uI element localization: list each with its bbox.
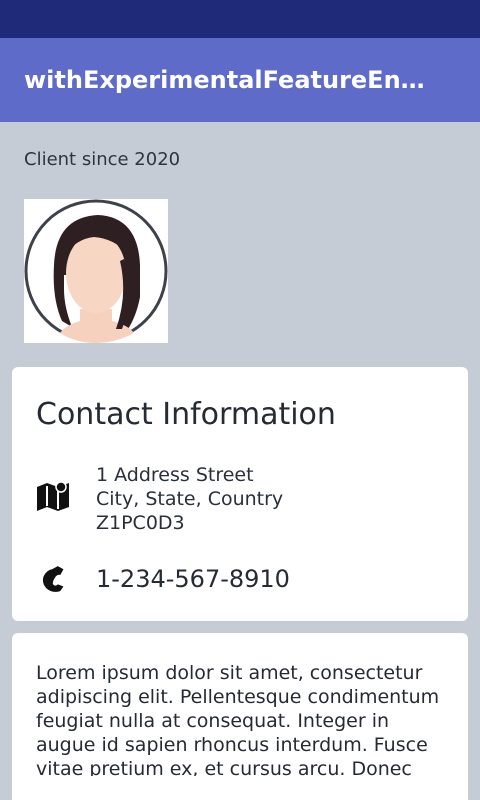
address-line2: City, State, Country <box>96 488 284 510</box>
avatar[interactable] <box>24 199 168 343</box>
about-card: Lorem ipsum dolor sit amet, consectetur … <box>12 633 468 800</box>
phone-row[interactable]: 1-234-567-8910 <box>36 563 456 599</box>
about-text: Lorem ipsum dolor sit amet, consectetur … <box>36 662 440 776</box>
map-icon <box>37 481 69 511</box>
contact-title: Contact Information <box>36 397 336 432</box>
phone-number: 1-234-567-8910 <box>96 565 290 593</box>
address-line3: Z1PC0D3 <box>96 512 185 534</box>
address-line1: 1 Address Street <box>96 464 254 486</box>
status-bar <box>0 0 480 38</box>
female-avatar-icon <box>24 199 168 343</box>
client-since-label: Client since 2020 <box>24 149 181 170</box>
contact-card: Contact Information 1 Address Street Cit… <box>12 367 468 621</box>
app-bar: withExperimentalFeatureEna… <box>0 38 480 122</box>
address-row[interactable]: 1 Address Street City, State, Country Z1… <box>36 463 456 535</box>
address-text: 1 Address Street City, State, Country Z1… <box>96 463 283 535</box>
app-title: withExperimentalFeatureEna… <box>24 66 438 94</box>
phone-icon <box>42 566 64 592</box>
